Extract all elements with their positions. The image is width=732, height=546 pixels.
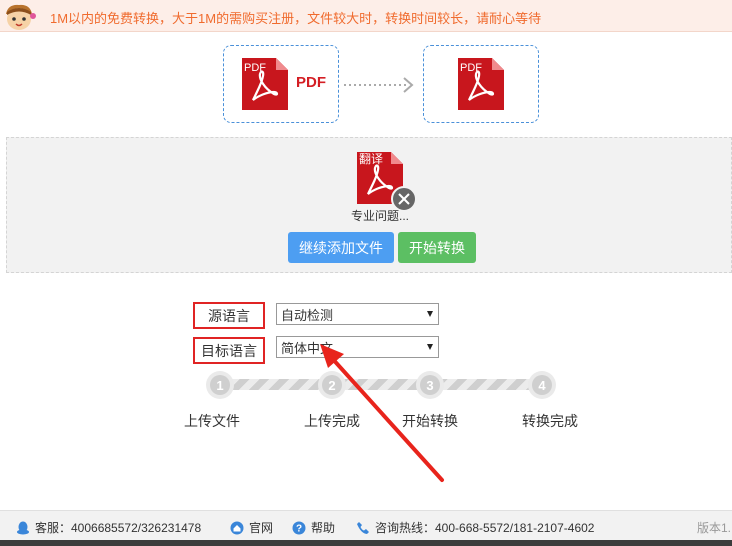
file-badge-text: 翻译: [359, 152, 384, 166]
add-files-button[interactable]: 继续添加文件: [288, 232, 394, 263]
footer-service-text: 客服：4006685572/326231478: [35, 521, 202, 535]
step-4-label: 转换完成: [522, 413, 578, 429]
footer-help-text: 帮助: [311, 521, 336, 535]
step-1-circle: 1: [206, 371, 234, 399]
source-language-select[interactable]: 自动检测: [276, 303, 439, 325]
source-format-box: PDF PDF: [223, 45, 339, 123]
source-language-label: 源语言: [193, 302, 265, 329]
step-4-circle: 4: [528, 371, 556, 399]
home-icon: [230, 521, 244, 534]
target-format-box: PDF: [423, 45, 539, 123]
footer-hotline-text: 咨询热线：400-668-5572/181-2107-4602: [375, 521, 595, 535]
upload-drop-area[interactable]: 翻译 专业问题... 继续添加文件 开始转换: [6, 137, 732, 273]
footer-service[interactable]: 客服：4006685572/326231478: [16, 519, 201, 536]
notice-text: 1M以内的免费转换，大于1M的需购买注册，文件较大时，转换时间较长，请耐心等待: [50, 11, 542, 26]
mascot-icon: [6, 4, 36, 30]
pdf-badge-text: PDF: [244, 62, 266, 74]
target-language-label: 目标语言: [193, 337, 265, 364]
footer-bar: 客服：4006685572/326231478 官网 ? 帮助 咨询热线：400…: [0, 510, 732, 540]
footer-website-text: 官网: [249, 521, 274, 535]
phone-icon: [357, 521, 369, 534]
version-text: 版本1.: [697, 521, 732, 535]
question-icon: ?: [292, 521, 306, 534]
footer-website-link[interactable]: 官网: [230, 519, 273, 536]
step-4-number: 4: [532, 375, 552, 395]
conversion-arrow-icon: [344, 77, 414, 93]
source-format-label: PDF: [296, 74, 326, 91]
converter-window: 1M以内的免费转换，大于1M的需购买注册，文件较大时，转换时间较长，请耐心等待 …: [0, 0, 732, 546]
footer-hotline: 咨询热线：400-668-5572/181-2107-4602: [356, 519, 594, 536]
step-1-number: 1: [210, 375, 230, 395]
annotation-arrow-icon: [320, 344, 444, 482]
svg-text:?: ?: [296, 523, 302, 534]
step-1-label: 上传文件: [184, 413, 240, 429]
qq-penguin-icon: [17, 521, 29, 534]
file-name: 专业问题...: [351, 209, 410, 223]
close-icon: [398, 193, 410, 205]
source-language-value: 自动检测: [281, 307, 334, 323]
start-conversion-button[interactable]: 开始转换: [398, 232, 476, 263]
pdf-badge-text: PDF: [460, 62, 482, 74]
footer-help-link[interactable]: ? 帮助: [292, 519, 335, 536]
dropdown-caret-icon: [427, 311, 433, 317]
notice-bar: 1M以内的免费转换，大于1M的需购买注册，文件较大时，转换时间较长，请耐心等待: [0, 0, 732, 32]
taskbar-strip: [0, 540, 732, 546]
